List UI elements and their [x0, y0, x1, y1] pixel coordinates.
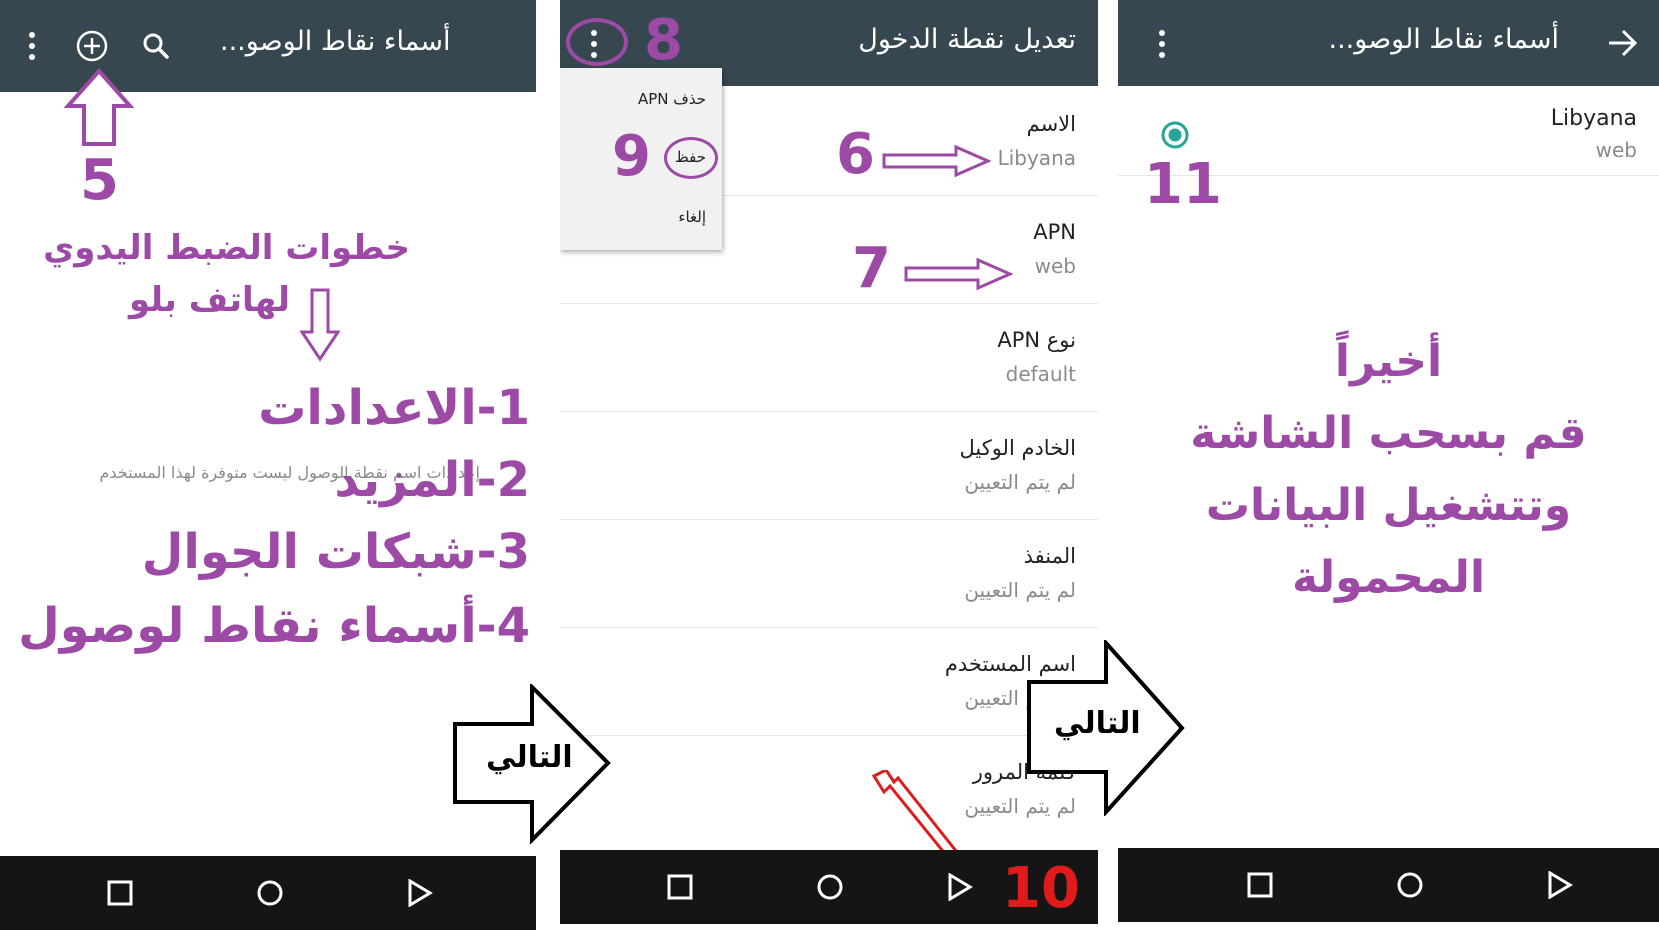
- apn-name: Libyana: [1550, 106, 1637, 131]
- circle-icon[interactable]: [240, 856, 300, 930]
- step-7-label: 7: [852, 236, 891, 301]
- triangle-icon[interactable]: [1530, 848, 1590, 922]
- right-arrow-icon: [882, 144, 992, 181]
- instructions-line1: خطوات الضبط اليدوي: [43, 228, 410, 268]
- menu-highlight-circle: [566, 18, 628, 66]
- field-value: Libyana: [997, 146, 1076, 170]
- field-value: default: [1005, 362, 1076, 386]
- search-icon[interactable]: [140, 30, 172, 62]
- step-10-label: 10: [1002, 856, 1080, 921]
- step-4: 4-أسماء نقاط لوصول: [18, 598, 530, 654]
- step-6-label: 6: [836, 122, 875, 187]
- nav-bar: [1118, 848, 1659, 922]
- step-8-label: 8: [644, 8, 683, 73]
- up-arrow-icon: [63, 67, 135, 152]
- step-11-label: 11: [1144, 152, 1222, 217]
- square-icon[interactable]: [90, 856, 150, 930]
- step-3: 3-شبكات الجوال: [141, 524, 530, 580]
- field-label: المنفذ: [1023, 544, 1076, 568]
- next-arrow-1: التالي: [452, 684, 614, 844]
- field-apn-type[interactable]: نوع APN default: [560, 304, 1098, 412]
- more-vert-icon[interactable]: [1150, 28, 1174, 60]
- edit-apn-screen: تعديل نقطة الدخول 8 الاسم Libyana APN we…: [560, 0, 1098, 930]
- circle-icon[interactable]: [1380, 848, 1440, 922]
- next-label: التالي: [1054, 706, 1141, 741]
- step-2: 2-المزيد: [334, 452, 530, 508]
- more-vert-icon[interactable]: [20, 30, 44, 62]
- page-title: أسماء نقاط الوصو...: [220, 26, 451, 57]
- field-value: لم يتم التعيين: [964, 578, 1076, 602]
- toolbar: أسماء نقاط الوصو...: [1118, 0, 1659, 86]
- square-icon[interactable]: [1230, 848, 1290, 922]
- save-highlight-circle: [664, 137, 718, 179]
- page-title: تعديل نقطة الدخول: [858, 24, 1076, 55]
- step-5-label: 5: [80, 148, 119, 213]
- field-port[interactable]: المنفذ لم يتم التعيين: [560, 520, 1098, 628]
- menu-item-cancel[interactable]: إلغاء: [678, 208, 706, 226]
- apn-value: web: [1595, 138, 1637, 162]
- final-line-4: المحمولة: [1291, 552, 1486, 603]
- field-proxy[interactable]: الخادم الوكيل لم يتم التعيين: [560, 412, 1098, 520]
- step-9-label: 9: [612, 124, 651, 189]
- next-arrow-2: التالي: [1026, 640, 1188, 816]
- back-arrow-icon[interactable]: [1605, 26, 1639, 60]
- triangle-icon[interactable]: [390, 856, 450, 930]
- step-1: 1-الاعدادات: [258, 380, 530, 436]
- field-label: APN: [1033, 220, 1076, 244]
- field-value: web: [1034, 254, 1076, 278]
- nav-bar: [0, 856, 536, 930]
- instructions-line2: لهاتف بلو: [128, 280, 290, 320]
- field-label: الاسم: [1026, 112, 1076, 136]
- square-icon[interactable]: [650, 850, 710, 924]
- next-label: التالي: [486, 740, 573, 775]
- add-circle-icon[interactable]: [74, 28, 110, 64]
- field-label: الخادم الوكيل: [959, 436, 1076, 460]
- final-line-2: قم بسحب الشاشة: [1190, 408, 1587, 459]
- field-username[interactable]: اسم المستخدم لم يتم التعيين: [560, 628, 1098, 736]
- final-line-1: أخيراً: [1334, 336, 1443, 387]
- circle-icon[interactable]: [800, 850, 860, 924]
- field-label: نوع APN: [997, 328, 1076, 352]
- triangle-icon[interactable]: [930, 850, 990, 924]
- nav-bar: 10: [560, 850, 1098, 924]
- right-arrow-icon: [904, 257, 1014, 294]
- field-value: لم يتم التعيين: [964, 470, 1076, 494]
- final-line-3: وتتشغيل البيانات: [1205, 480, 1572, 531]
- page-title: أسماء نقاط الوصو...: [1328, 24, 1560, 55]
- field-password[interactable]: كلمة المرور لم يتم التعيين: [560, 736, 1098, 844]
- radio-selected-icon[interactable]: [1160, 120, 1190, 154]
- menu-item-delete[interactable]: حذف APN: [638, 90, 706, 108]
- apn-selected-screen: أسماء نقاط الوصو... Libyana web 11 أخيرا…: [1118, 0, 1659, 930]
- down-arrow-icon: [299, 288, 341, 366]
